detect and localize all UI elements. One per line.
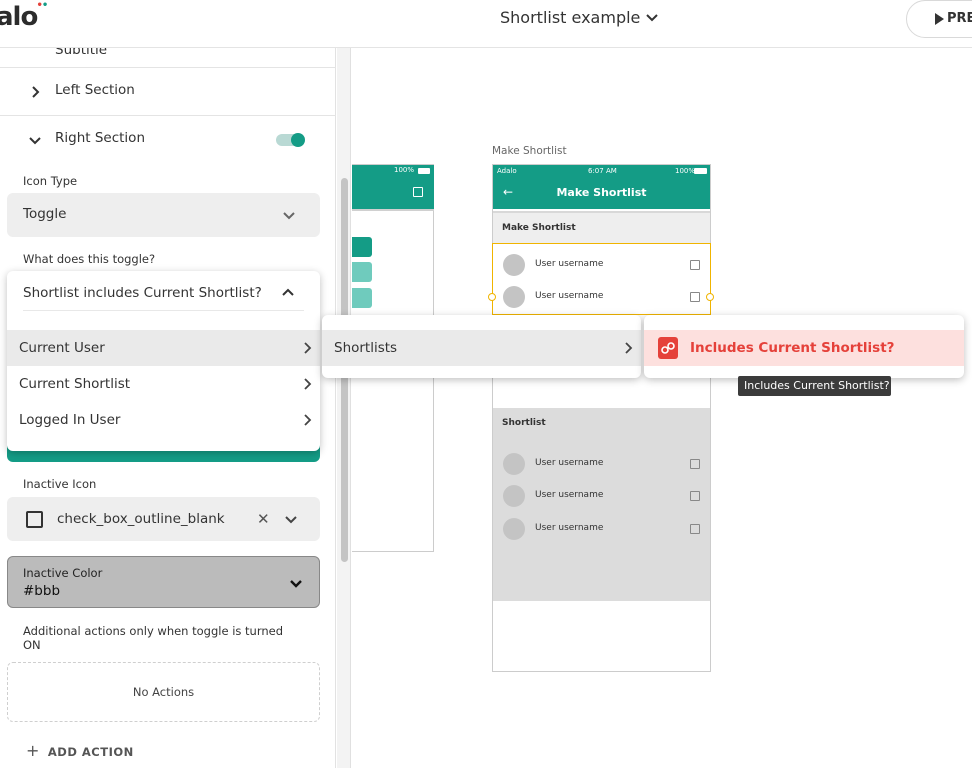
submenu-current-user[interactable]: Shortlists: [322, 315, 641, 378]
add-action-button[interactable]: + ADD ACTION: [26, 741, 134, 760]
section-row-subtitle[interactable]: Subtitle: [0, 48, 336, 68]
chevron-down-icon[interactable]: [645, 10, 659, 24]
play-icon: [935, 13, 944, 25]
adalo-logo[interactable]: alo ••: [0, 0, 48, 32]
clear-icon[interactable]: ✕: [257, 510, 270, 528]
inactive-icon-label: Inactive Icon: [23, 477, 97, 491]
chevron-right-icon: [304, 342, 312, 354]
list-button[interactable]: [352, 288, 372, 308]
preview-button[interactable]: PRE: [906, 0, 972, 38]
top-bar: alo •• Shortlist example PRE: [0, 0, 972, 48]
chevron-down-icon: [283, 212, 295, 220]
time-label: 6:07 AM: [588, 167, 617, 175]
list-item[interactable]: User username: [493, 514, 710, 544]
resize-handle[interactable]: [706, 293, 714, 301]
avatar: [503, 453, 525, 475]
selection-outline: [492, 243, 711, 315]
avatar: [503, 518, 525, 540]
list-item[interactable]: User username: [493, 449, 710, 479]
battery-percent: 100%: [675, 167, 696, 175]
right-section-toggle[interactable]: [276, 133, 305, 147]
section-header: Make Shortlist: [493, 211, 710, 243]
chevron-up-icon[interactable]: [281, 286, 295, 300]
make-shortlist-screen[interactable]: Adalo 6:07 AM 100% ← Make Shortlist Make…: [492, 164, 711, 672]
avatar: [503, 485, 525, 507]
chevron-down-icon: [290, 580, 302, 588]
list-item[interactable]: User username: [493, 481, 710, 511]
chevron-right-icon: [625, 342, 633, 354]
list-button[interactable]: [352, 237, 372, 257]
inactive-color-select[interactable]: Inactive Color #bbb: [7, 556, 320, 608]
submenu-shortlists[interactable]: Includes Current Shortlist?: [644, 315, 964, 378]
resize-handle[interactable]: [488, 293, 496, 301]
checkbox-icon[interactable]: [690, 459, 700, 469]
chevron-down-icon[interactable]: [284, 512, 298, 526]
battery-icon: [418, 168, 430, 174]
chevron-right-icon: [304, 378, 312, 390]
menu-item-shortlists[interactable]: Shortlists: [322, 330, 641, 366]
icon-type-select[interactable]: Toggle: [7, 193, 320, 237]
exit-icon: [413, 187, 423, 197]
chevron-right-icon: [32, 86, 40, 98]
battery-percent: 100%: [393, 166, 414, 174]
logo-dots: ••: [36, 0, 49, 11]
menu-item-includes-current-shortlist[interactable]: Includes Current Shortlist?: [644, 330, 964, 366]
battery-icon: [694, 168, 707, 174]
tooltip: Includes Current Shortlist?: [738, 376, 891, 396]
toggle-target-label: What does this toggle?: [23, 252, 156, 266]
plus-icon: +: [26, 741, 40, 760]
additional-actions-label: Additional actions only when toggle is t…: [23, 624, 284, 652]
checkbox-icon[interactable]: [690, 491, 700, 501]
relationship-icon: [658, 337, 678, 359]
icon-type-label: Icon Type: [23, 174, 78, 188]
chevron-down-icon: [29, 137, 41, 145]
divider: [352, 209, 434, 211]
toggle-target-dropdown[interactable]: Shortlist includes Current Shortlist? Cu…: [7, 271, 320, 451]
chevron-right-icon: [304, 414, 312, 426]
menu-item-logged-in-user[interactable]: Logged In User: [7, 402, 320, 438]
list-button[interactable]: [352, 262, 372, 282]
dropdown-selected-value[interactable]: Shortlist includes Current Shortlist?: [23, 285, 262, 301]
actions-dropzone[interactable]: No Actions: [7, 662, 320, 722]
shortlist-section[interactable]: Shortlist User username User username Us…: [493, 408, 710, 601]
toggle-knob: [291, 133, 305, 147]
check-box-outline-icon: [26, 511, 43, 528]
screen-header-title: Make Shortlist: [556, 186, 647, 199]
screen-header: 100%: [352, 165, 434, 209]
screen-header: Adalo 6:07 AM 100% ← Make Shortlist: [493, 165, 710, 209]
checkbox-icon[interactable]: [690, 524, 700, 534]
menu-item-current-shortlist[interactable]: Current Shortlist: [7, 366, 320, 402]
menu-item-current-user[interactable]: Current User: [7, 330, 320, 366]
section-row-right-section[interactable]: Right Section: [0, 116, 336, 164]
carrier-label: Adalo: [497, 167, 517, 175]
divider: [23, 310, 304, 311]
section-row-left-section[interactable]: Left Section: [0, 68, 336, 116]
inactive-icon-select[interactable]: check_box_outline_blank ✕: [7, 497, 320, 541]
screen-title[interactable]: Make Shortlist: [492, 145, 567, 157]
app-title[interactable]: Shortlist example: [500, 8, 640, 27]
